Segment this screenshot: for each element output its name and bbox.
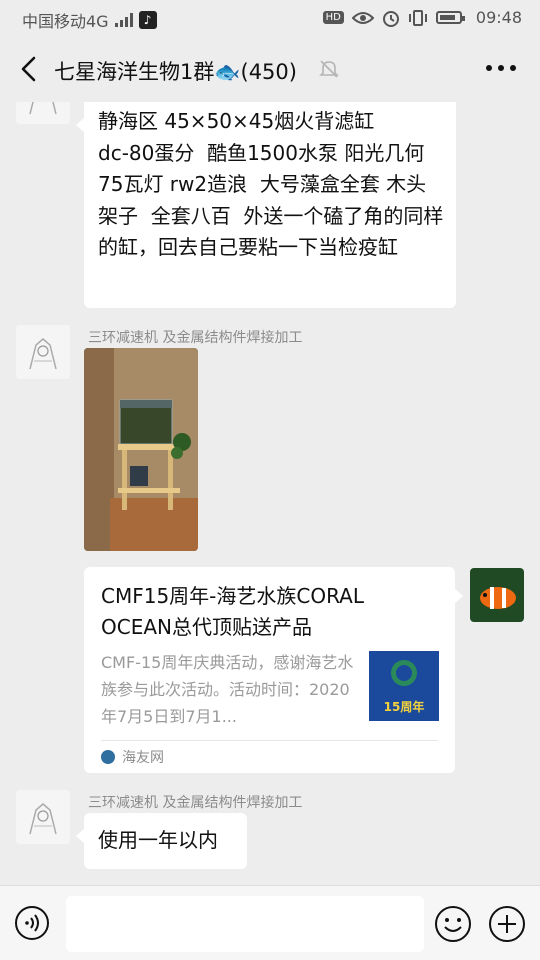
message-input[interactable]	[66, 896, 424, 952]
thumb-label: 15周年	[384, 699, 425, 714]
battery-icon	[435, 11, 465, 24]
avatar[interactable]	[16, 325, 70, 379]
tiktok-icon: ♪	[138, 11, 157, 29]
avatar[interactable]	[470, 568, 524, 622]
link-card-description: CMF-15周年庆典活动，感谢海艺水族参与此次活动。活动时间：2020年7月5日…	[101, 653, 354, 726]
signal-icon	[114, 13, 133, 27]
mute-bell-icon	[319, 60, 339, 78]
link-card-title: CMF15周年-海艺水族CORAL OCEAN总代顶贴送产品	[101, 584, 365, 639]
alarm-icon	[382, 10, 399, 27]
message-bubble[interactable]: 使用一年以内	[76, 813, 247, 869]
message-text: 静海区 45×50×45烟火背滤缸 dc-80蛋分 酷鱼1500水泵 阳光几何7…	[98, 109, 444, 259]
avatar[interactable]	[16, 790, 70, 844]
emoji-icon[interactable]	[434, 905, 472, 943]
link-card[interactable]: CMF15周年-海艺水族CORAL OCEAN总代顶贴送产品 CMF-15周年庆…	[84, 567, 463, 773]
carrier-label: 中国移动4G	[22, 12, 109, 31]
message-list[interactable]: 静海区 45×50×45烟火背滤缸 dc-80蛋分 酷鱼1500水泵 阳光几何7…	[0, 102, 540, 885]
message-text: 使用一年以内	[98, 828, 218, 852]
eye-icon	[351, 11, 374, 24]
back-icon[interactable]	[16, 52, 44, 86]
status-time: 09:48	[475, 8, 522, 27]
more-icon[interactable]	[484, 56, 518, 80]
chat-header: 七星海洋生物1群🐟(450)	[0, 36, 540, 102]
plus-icon[interactable]	[488, 905, 526, 943]
message-bubble[interactable]: 静海区 45×50×45烟火背滤缸 dc-80蛋分 酷鱼1500水泵 阳光几何7…	[76, 102, 456, 308]
voice-icon[interactable]	[14, 905, 50, 941]
sender-name: 三环减速机 及金属结构件焊接加工	[88, 330, 303, 346]
input-bar	[0, 885, 540, 960]
hd-badge: HD	[322, 11, 344, 24]
sender-name: 三环减速机 及金属结构件焊接加工	[88, 795, 303, 811]
aquarium-photo	[84, 348, 198, 551]
vibrate-icon	[408, 9, 427, 26]
divider	[101, 740, 438, 741]
source-icon	[101, 750, 115, 764]
link-card-thumbnail: 15周年	[369, 651, 439, 721]
chat-title: 七星海洋生物1群🐟(450)	[54, 60, 297, 84]
image-message[interactable]	[84, 348, 198, 551]
avatar[interactable]	[16, 102, 70, 124]
status-bar: 中国移动4G ♪ HD 09:48	[0, 0, 540, 36]
link-card-source: 海友网	[122, 750, 164, 766]
